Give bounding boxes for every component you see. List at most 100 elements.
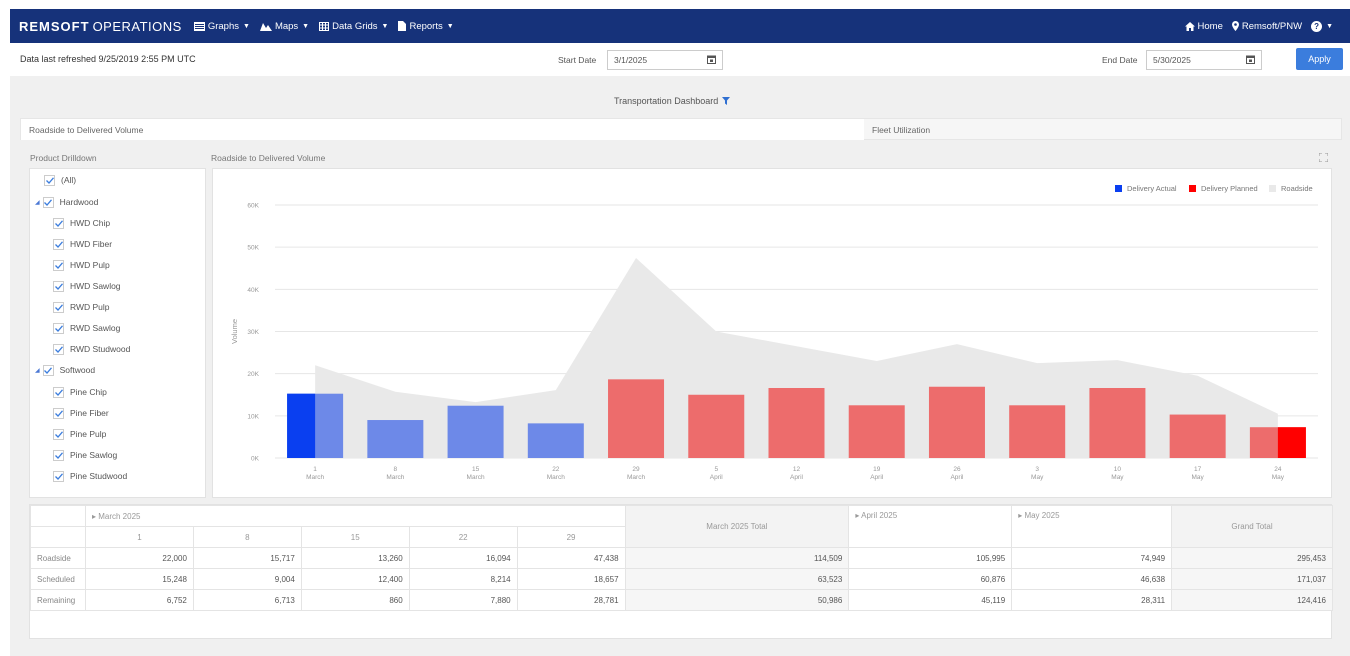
- document-icon: [398, 21, 407, 31]
- chevron-down-icon: ▼: [1326, 22, 1333, 30]
- checkbox[interactable]: [53, 470, 64, 482]
- check-icon: [54, 472, 63, 480]
- table-cell: 9,004: [192, 568, 302, 590]
- tree-item[interactable]: RWD Sawlog: [53, 319, 120, 337]
- fullscreen-icon[interactable]: [1319, 153, 1328, 162]
- tree-item[interactable]: HWD Chip: [53, 214, 110, 232]
- checkbox[interactable]: [53, 238, 64, 250]
- tree-item-all[interactable]: (All): [44, 171, 76, 189]
- check-icon: [54, 261, 63, 269]
- tab-fleet-utilization[interactable]: Fleet Utilization: [864, 119, 1341, 140]
- checkbox[interactable]: [53, 343, 64, 355]
- x-tick-month: March: [467, 474, 485, 481]
- x-tick-month: April: [950, 474, 964, 481]
- bar-scheduled: [928, 386, 985, 458]
- checkbox[interactable]: [53, 259, 64, 271]
- help-menu[interactable]: ? ▼: [1311, 20, 1333, 32]
- table-cell: 18,657: [516, 568, 626, 590]
- tree-item[interactable]: HWD Sawlog: [53, 277, 121, 295]
- month-header-march[interactable]: ▸ March 2025: [84, 505, 626, 527]
- month-header-april[interactable]: ▸ April 2025: [848, 505, 1013, 548]
- tree-item[interactable]: Pine Chip: [53, 383, 107, 401]
- brand-logo[interactable]: REMSOFT OPERATIONS: [19, 19, 182, 34]
- menu-maps-label: Maps: [274, 20, 299, 32]
- brand-name: REMSOFT: [19, 18, 90, 34]
- checkbox[interactable]: [53, 407, 64, 419]
- table-cell: 15,717: [192, 547, 302, 569]
- tree-item[interactable]: RWD Pulp: [53, 298, 110, 316]
- menu-reports[interactable]: Reports ▼: [398, 21, 454, 32]
- calendar-icon[interactable]: [1246, 55, 1255, 64]
- dashboard-tabs: Roadside to Delivered Volume Fleet Utili…: [20, 118, 1342, 140]
- x-tick-day: 12: [793, 466, 801, 473]
- check-icon: [44, 366, 53, 374]
- menu-maps[interactable]: Maps ▼: [259, 20, 309, 32]
- checkbox[interactable]: [42, 196, 54, 208]
- collapse-triangle-icon[interactable]: ◢: [35, 199, 40, 206]
- x-tick-day: 19: [873, 466, 881, 473]
- month-header-label: March 2025: [98, 511, 141, 521]
- tree-item[interactable]: Pine Sawlog: [53, 446, 117, 464]
- check-icon: [54, 430, 63, 438]
- tree-item[interactable]: Pine Studwood: [53, 467, 127, 485]
- x-tick-month: May: [1031, 474, 1044, 481]
- tree-item[interactable]: Pine Fiber: [53, 404, 109, 422]
- table-cell: 28,781: [516, 589, 626, 611]
- calendar-icon[interactable]: [707, 55, 716, 64]
- x-tick-month: April: [790, 474, 804, 481]
- brand-product: OPERATIONS: [92, 18, 182, 34]
- month-header-may[interactable]: ▸ May 2025: [1011, 505, 1173, 548]
- row-label: Remaining: [30, 589, 86, 611]
- checkbox[interactable]: [53, 301, 64, 313]
- y-tick-label: 20K: [247, 371, 259, 378]
- chart-canvas: 0K10K20K30K40K50K60KVolume1March8March15…: [230, 203, 1318, 481]
- grid-icon: [319, 21, 330, 31]
- checkbox[interactable]: [53, 322, 64, 334]
- menu-graphs[interactable]: Graphs ▼: [193, 21, 250, 32]
- tree-group-softwood[interactable]: ◢ Softwood: [35, 361, 95, 379]
- day-header: 8: [192, 526, 302, 548]
- volume-chart: Delivery Actual Delivery Planned Roadsid…: [212, 168, 1332, 498]
- checkbox[interactable]: [44, 174, 55, 186]
- checkbox[interactable]: [53, 386, 64, 398]
- checkbox[interactable]: [42, 364, 54, 376]
- end-date-input[interactable]: 5/30/2025: [1146, 50, 1262, 70]
- table-cell: 7,880: [408, 589, 518, 611]
- tree-group-hardwood[interactable]: ◢ Hardwood: [35, 193, 98, 211]
- menu-data-grids[interactable]: Data Grids ▼: [319, 21, 388, 32]
- month-header-label: April 2025: [861, 511, 898, 520]
- x-tick-day: 29: [632, 466, 640, 473]
- tree-item[interactable]: HWD Pulp: [53, 256, 110, 274]
- table-cell-grand: 171,037: [1171, 568, 1333, 590]
- table-cell: 46,638: [1011, 568, 1173, 590]
- filter-icon[interactable]: [722, 97, 731, 105]
- home-label: Home: [1197, 20, 1223, 32]
- tree-item[interactable]: Pine Pulp: [53, 425, 106, 443]
- tab-roadside-volume[interactable]: Roadside to Delivered Volume: [21, 119, 864, 140]
- tree-item[interactable]: RWD Studwood: [53, 340, 130, 358]
- bar-scheduled: [447, 405, 504, 458]
- bar-scheduled: [1089, 388, 1146, 458]
- tree-item-label: RWD Studwood: [70, 344, 131, 354]
- home-link[interactable]: Home: [1184, 20, 1223, 32]
- collapse-triangle-icon[interactable]: ◢: [35, 367, 40, 374]
- product-drilldown-title: Product Drilldown: [30, 153, 97, 163]
- checkbox[interactable]: [53, 280, 64, 292]
- tree-item[interactable]: HWD Fiber: [53, 235, 112, 253]
- checkbox[interactable]: [53, 449, 64, 461]
- check-icon: [54, 219, 63, 227]
- location-label: Remsoft/PNW: [1241, 20, 1303, 32]
- checkbox[interactable]: [53, 217, 64, 229]
- home-icon: [1184, 21, 1195, 31]
- chevron-down-icon: ▼: [381, 22, 389, 30]
- bar-scheduled: [367, 420, 424, 458]
- check-icon: [54, 240, 63, 248]
- bar-scheduled: [527, 423, 584, 458]
- start-date-input[interactable]: 3/1/2025: [607, 50, 723, 70]
- chart-panel-title: Roadside to Delivered Volume: [211, 153, 326, 163]
- check-icon: [54, 303, 63, 311]
- apply-button[interactable]: Apply: [1296, 48, 1343, 70]
- location-selector[interactable]: Remsoft/PNW: [1231, 20, 1303, 32]
- checkbox[interactable]: [53, 428, 64, 440]
- corner-cell: [30, 505, 86, 527]
